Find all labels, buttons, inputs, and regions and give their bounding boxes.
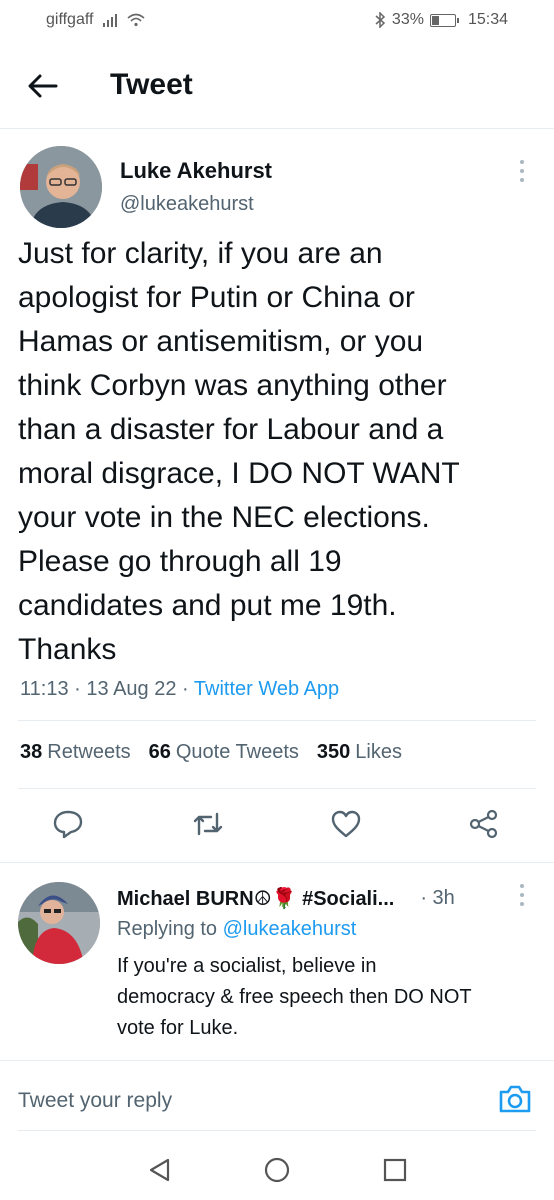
replying-to: Replying to @lukeakehurst	[117, 918, 356, 941]
avatar-image	[20, 146, 102, 228]
tweet-text: Just for clarity, if you are an apologis…	[18, 237, 460, 666]
meta-separator: ·	[182, 678, 189, 700]
share-icon	[469, 809, 498, 839]
wifi-icon	[127, 13, 145, 27]
status-left: giffgaff	[46, 11, 145, 29]
likes-count: 350	[316, 741, 351, 763]
reply-input[interactable]	[18, 1084, 478, 1118]
tweet-time: 11:13	[20, 678, 69, 700]
likes-stat[interactable]: 350 Likes	[317, 741, 402, 764]
reply-header: Michael BURN☮🌹 #Sociali... · 3h	[117, 886, 537, 911]
more-dot-icon	[520, 902, 524, 906]
author-handle[interactable]: @lukeakehurst	[120, 193, 254, 216]
share-button[interactable]	[468, 808, 500, 840]
tweet-date: 13 Aug 22	[86, 678, 177, 700]
avatar-image	[18, 882, 100, 964]
actions-divider	[0, 862, 554, 863]
like-button[interactable]	[330, 808, 362, 840]
retweet-icon	[193, 812, 223, 836]
retweet-button[interactable]	[192, 808, 224, 840]
battery-percent: 33%	[391, 11, 424, 28]
more-dot-icon	[520, 169, 524, 173]
status-right: 33% 15:34	[374, 11, 508, 29]
reply-divider	[0, 1060, 554, 1061]
quote-label: Quote Tweets	[175, 741, 299, 763]
reply-time: · 3h	[420, 887, 455, 909]
circle-home-icon	[264, 1157, 290, 1183]
replying-to-label: Replying to	[117, 918, 218, 940]
more-dot-icon	[520, 178, 524, 182]
reply-text: If you're a socialist, believe in democr…	[117, 955, 472, 1039]
status-bar: giffgaff 33% 15:34	[0, 0, 554, 44]
meta-divider	[18, 720, 536, 721]
page-title: Tweet	[110, 68, 193, 101]
more-dot-icon	[520, 160, 524, 164]
more-dot-icon	[520, 884, 524, 888]
like-icon	[331, 810, 361, 838]
camera-icon	[499, 1085, 531, 1113]
nav-back-button[interactable]	[146, 1156, 174, 1184]
more-dot-icon	[520, 893, 524, 897]
reply-button[interactable]	[52, 808, 84, 840]
quote-tweets-stat[interactable]: 66 Quote Tweets	[149, 741, 299, 764]
nav-recents-button[interactable]	[381, 1156, 409, 1184]
tweet-source-link[interactable]: Twitter Web App	[194, 678, 339, 700]
replying-to-handle[interactable]: @lukeakehurst	[223, 918, 357, 940]
triangle-back-icon	[149, 1158, 170, 1182]
square-recents-icon	[383, 1158, 407, 1182]
reply-more-options-button[interactable]	[512, 884, 532, 908]
system-nav-bar	[0, 1138, 554, 1200]
retweets-stat[interactable]: 38 Retweets	[20, 741, 131, 764]
input-divider	[18, 1130, 536, 1131]
meta-separator: ·	[74, 678, 81, 700]
signal-icon	[103, 13, 118, 27]
tweet-actions	[0, 808, 554, 848]
tweet-stats: 38 Retweets 66 Quote Tweets 350 Likes	[20, 741, 402, 764]
header-divider	[0, 128, 554, 129]
arrow-left-icon	[28, 74, 58, 98]
more-options-button[interactable]	[512, 160, 532, 184]
reply-author-name[interactable]: Michael BURN☮🌹 #Sociali...	[117, 886, 394, 911]
battery-icon	[429, 13, 459, 27]
reply-icon	[53, 810, 83, 839]
back-button[interactable]	[26, 70, 60, 102]
quote-count: 66	[148, 741, 171, 763]
bluetooth-icon	[375, 12, 386, 28]
tweet-meta: 11:13 · 13 Aug 22 · Twitter Web App	[20, 678, 339, 701]
reply-author-avatar[interactable]	[18, 882, 100, 964]
stats-divider	[18, 788, 536, 789]
likes-label: Likes	[355, 741, 402, 763]
camera-button[interactable]	[498, 1082, 532, 1116]
retweets-label: Retweets	[47, 741, 131, 763]
nav-home-button[interactable]	[263, 1156, 291, 1184]
clock: 15:34	[467, 11, 508, 28]
author-avatar[interactable]	[20, 146, 102, 228]
retweets-count: 38	[20, 741, 43, 763]
author-name[interactable]: Luke Akehurst	[120, 158, 272, 184]
carrier-label: giffgaff	[46, 11, 94, 28]
header: Tweet	[0, 56, 554, 116]
